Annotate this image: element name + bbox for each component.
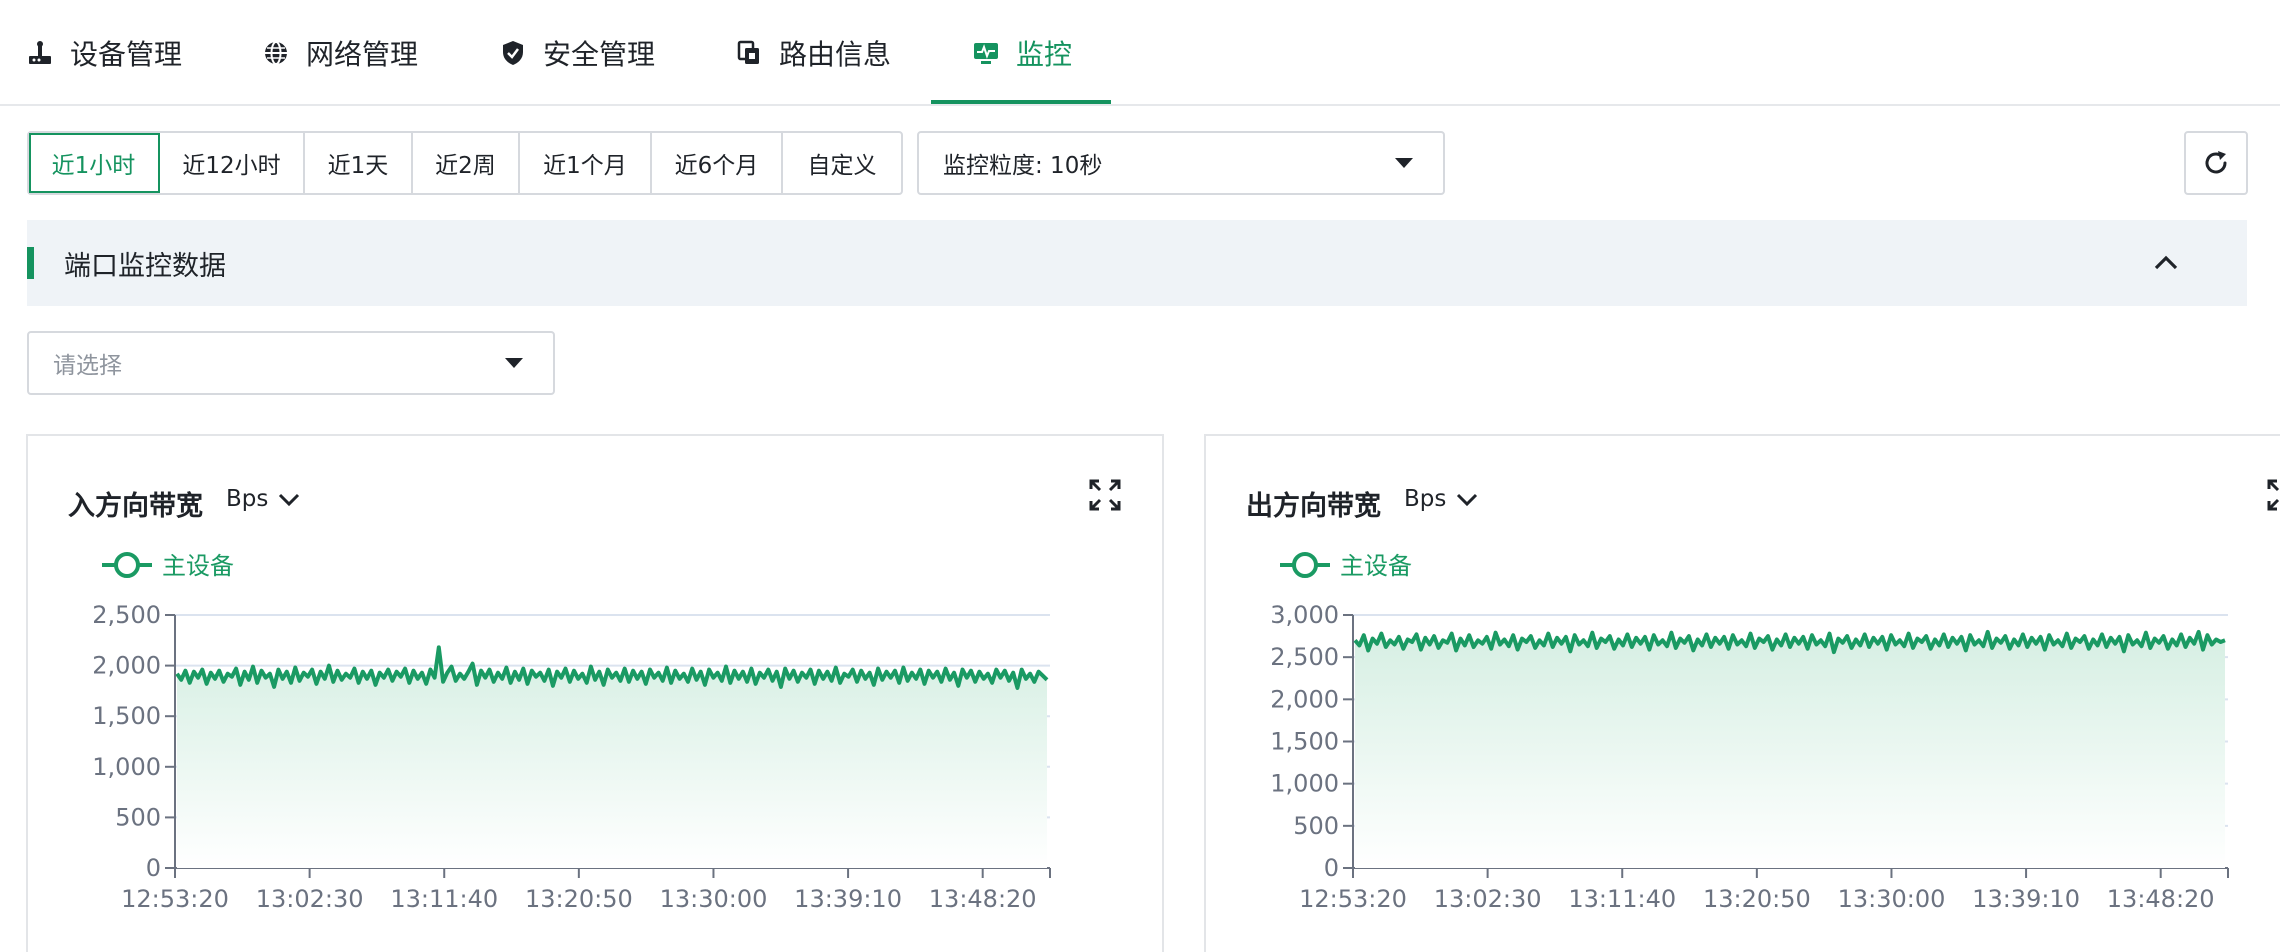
x-tick-label: 13:02:30 — [256, 885, 364, 913]
active-tab-indicator — [931, 100, 1111, 104]
x-tick-label: 12:53:20 — [1299, 885, 1407, 913]
tab-label: 路由信息 — [779, 38, 892, 71]
series-area — [1355, 631, 2225, 868]
legend-label: 主设备 — [1340, 552, 1412, 580]
tab-label: 安全管理 — [543, 38, 656, 71]
y-tick-label: 2,500 — [1270, 643, 1339, 671]
y-tick-label: 3,000 — [1270, 601, 1339, 629]
y-tick-label: 2,000 — [1270, 685, 1339, 713]
granularity-value: 监控粒度: 10秒 — [943, 153, 1103, 179]
y-tick-label: 2,500 — [92, 601, 161, 629]
section-title: 端口监控数据 — [64, 250, 226, 282]
y-tick-label: 500 — [115, 803, 161, 831]
y-tick-label: 1,500 — [1270, 728, 1339, 756]
section-accent-bar — [27, 247, 34, 279]
tab-label: 监控 — [1016, 38, 1073, 71]
x-tick-label: 13:11:40 — [1568, 885, 1676, 913]
x-tick-label: 13:39:10 — [1972, 885, 2080, 913]
inbound-bandwidth-chart: 主设备 0 500 1,000 1,500 2,000 2,500 12:53:20 13:02… — [92, 552, 1051, 913]
legend-item[interactable]: 主设备 — [102, 552, 234, 580]
x-tick-label: 13:30:00 — [1838, 885, 1946, 913]
legend-label: 主设备 — [162, 552, 234, 580]
outbound-bandwidth-card: 出方向带宽 Bps 主设备 0 500 1,000 1,500 2,000 2,500 3,0… — [1204, 434, 2280, 952]
y-tick-label: 0 — [146, 854, 161, 882]
tab-label: 网络管理 — [306, 38, 419, 71]
granularity-select[interactable]: 监控粒度: 10秒 — [917, 131, 1445, 195]
x-tick-label: 13:20:50 — [1703, 885, 1811, 913]
x-tick-label: 13:48:20 — [929, 885, 1037, 913]
time-range-6m[interactable]: 近6个月 — [652, 133, 783, 193]
legend-item[interactable]: 主设备 — [1280, 552, 1412, 580]
inbound-bandwidth-card: 入方向带宽 Bps 主设备 0 500 1,000 1,500 2,000 2,500 12:… — [26, 434, 1164, 952]
device-icon — [26, 39, 54, 67]
y-tick-label: 1,000 — [92, 753, 161, 781]
time-range-1h[interactable]: 近1小时 — [29, 133, 160, 193]
port-monitor-section-header[interactable]: 端口监控数据 — [27, 220, 2247, 306]
time-range-custom[interactable]: 自定义 — [783, 133, 901, 193]
tab-monitoring[interactable]: 监控 — [972, 0, 1072, 106]
time-range-12h[interactable]: 近12小时 — [160, 133, 305, 193]
time-range-group: 近1小时 近12小时 近1天 近2周 近1个月 近6个月 自定义 — [27, 131, 903, 195]
y-tick-label: 500 — [1293, 812, 1339, 840]
top-tab-bar: 设备管理 网络管理 安全管理 路由信息 监控 — [0, 0, 2280, 106]
x-tick-label: 13:48:20 — [2107, 885, 2215, 913]
refresh-icon — [2205, 151, 2227, 174]
shield-icon — [499, 39, 527, 67]
legend-marker — [1292, 552, 1318, 578]
chevron-down-icon — [505, 358, 523, 368]
port-select[interactable]: 请选择 — [27, 331, 555, 395]
tab-security-management[interactable]: 安全管理 — [499, 0, 655, 106]
x-tick-label: 13:39:10 — [794, 885, 902, 913]
chevron-up-icon[interactable] — [2151, 248, 2181, 278]
tab-network-management[interactable]: 网络管理 — [262, 0, 418, 106]
outbound-bandwidth-chart: 主设备 0 500 1,000 1,500 2,000 2,500 3,000 12:53:20… — [1270, 552, 2229, 913]
chevron-down-icon — [1395, 158, 1413, 168]
monitor-icon — [972, 39, 1000, 67]
x-tick-label: 13:30:00 — [660, 885, 768, 913]
globe-icon — [262, 39, 290, 67]
tab-label: 设备管理 — [70, 38, 183, 71]
y-tick-label: 0 — [1324, 854, 1339, 882]
port-select-placeholder: 请选择 — [53, 353, 122, 379]
y-tick-label: 2,000 — [92, 652, 161, 680]
refresh-button[interactable] — [2184, 131, 2248, 195]
tab-device-management[interactable]: 设备管理 — [26, 0, 182, 106]
route-icon — [735, 39, 763, 67]
x-tick-label: 12:53:20 — [121, 885, 229, 913]
tab-route-info[interactable]: 路由信息 — [735, 0, 891, 106]
time-range-2w[interactable]: 近2周 — [413, 133, 520, 193]
legend-marker — [114, 552, 140, 578]
x-tick-label: 13:20:50 — [525, 885, 633, 913]
x-tick-label: 13:11:40 — [390, 885, 498, 913]
y-tick-label: 1,500 — [92, 702, 161, 730]
time-range-1m[interactable]: 近1个月 — [520, 133, 652, 193]
time-range-1d[interactable]: 近1天 — [305, 133, 413, 193]
y-tick-label: 1,000 — [1270, 770, 1339, 798]
x-tick-label: 13:02:30 — [1434, 885, 1542, 913]
